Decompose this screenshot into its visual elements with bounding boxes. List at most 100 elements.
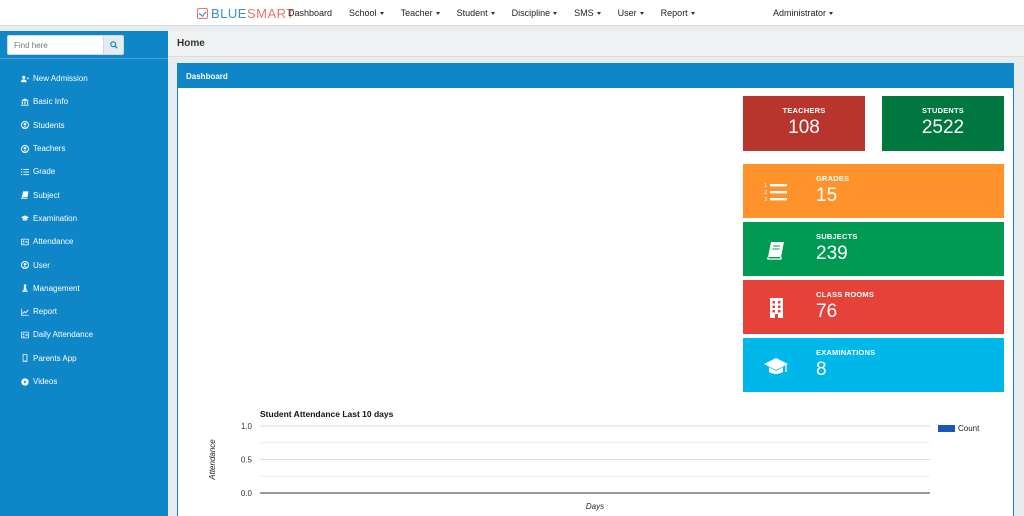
chevron-down-icon (639, 12, 644, 15)
sidebar-menu: New Admission Basic Info Students Teachers G… (0, 67, 168, 393)
sidebar-item-label: Students (33, 120, 65, 130)
nav-item-label: Student (456, 8, 488, 18)
chevron-down-icon (379, 12, 384, 15)
chart-legend[interactable]: Count (938, 424, 979, 433)
students-count: 2522 (921, 117, 965, 138)
sidebar-item-videos[interactable]: Videos (0, 370, 168, 393)
nav-item-sms[interactable]: SMS (574, 8, 601, 18)
id-card-icon (21, 238, 29, 246)
subjects-count: 239 (816, 243, 848, 264)
grades-card[interactable]: 1 2 3 GRADES 15 (743, 164, 1004, 218)
legend-swatch (938, 425, 955, 432)
subjects-card[interactable]: SUBJECTS 239 (743, 222, 1004, 276)
svg-text:2: 2 (764, 190, 767, 196)
nav-item-label: Teacher (400, 8, 433, 18)
y-tick-label: 1.0 (241, 422, 253, 431)
sidebar-item-parents-app[interactable]: Parents App (0, 347, 168, 370)
account-menu[interactable]: Administrator (773, 8, 834, 18)
sidebar-item-teachers[interactable]: Teachers (0, 137, 168, 160)
user-circle-icon (21, 121, 29, 130)
page-title: Home (177, 38, 205, 49)
nav-item-user[interactable]: User (618, 8, 644, 18)
sidebar-item-label: Grade (33, 167, 56, 177)
sidebar-item-label: Report (33, 307, 58, 317)
sidebar-item-user[interactable]: User (0, 253, 168, 276)
building-icon (770, 298, 783, 318)
mobile-icon (21, 354, 29, 363)
sidebar-item-label: Teachers (33, 144, 66, 154)
classrooms-text: CLASS ROOMS 76 (816, 290, 874, 321)
nav-item-report[interactable]: Report (661, 8, 695, 18)
search-input[interactable] (7, 35, 103, 55)
examinations-count: 8 (816, 359, 827, 380)
subjects-text: SUBJECTS 239 (816, 232, 858, 263)
sidebar-item-label: Videos (33, 377, 58, 386)
nav-item-student[interactable]: Student (457, 8, 495, 18)
nav-item-teacher[interactable]: Teacher (401, 8, 440, 18)
sidebar-item-grade[interactable]: Grade (0, 160, 168, 183)
institution-icon (21, 98, 29, 106)
user-circle-icon (21, 261, 29, 270)
account-label: Administrator (773, 8, 827, 18)
examinations-card[interactable]: EXAMINATIONS 8 (743, 338, 1004, 392)
brand-logo[interactable]: BLUE SMART (197, 6, 295, 21)
y-tick-label: 0.0 (241, 489, 253, 498)
chevron-down-icon (829, 12, 834, 15)
sidebar-divider (0, 58, 168, 59)
nav-item-dashboard[interactable]: Dashboard (288, 8, 332, 18)
classrooms-card[interactable]: CLASS ROOMS 76 (743, 280, 1004, 334)
chart-plot: 1.0 0.5 0.0 Attendance Days (208, 422, 930, 511)
sidebar-item-basic-info[interactable]: Basic Info (0, 90, 168, 113)
user-plus-icon (21, 75, 29, 83)
sidebar-item-daily-attendance[interactable]: Daily Attendance (0, 323, 168, 346)
sidebar-item-subject[interactable]: Subject (0, 183, 168, 206)
chevron-down-icon (596, 12, 601, 15)
nav-item-label: Discipline (511, 8, 551, 18)
sidebar-item-report[interactable]: Report (0, 300, 168, 323)
chevron-down-icon (690, 12, 695, 15)
sidebar-item-label: Attendance (33, 237, 74, 247)
chevron-down-icon (553, 12, 558, 15)
sidebar-item-label: New Admission (33, 74, 88, 84)
sidebar-item-attendance[interactable]: Attendance (0, 230, 168, 253)
nav-item-label: User (617, 8, 637, 18)
grades-label: GRADES (816, 174, 850, 183)
classrooms-label: CLASS ROOMS (816, 290, 875, 299)
svg-text:3: 3 (764, 197, 767, 203)
chevron-down-icon (435, 12, 440, 15)
nav-item-school[interactable]: School (349, 8, 384, 18)
sidebar-item-examination[interactable]: Examination (0, 207, 168, 230)
grades-text: GRADES 15 (816, 174, 849, 205)
students-card[interactable]: STUDENTS 2522 (882, 96, 1004, 151)
grades-count: 15 (816, 185, 838, 206)
sidebar-item-label: Subject (33, 190, 60, 200)
subjects-label: SUBJECTS (816, 232, 858, 241)
id-card-icon (21, 331, 29, 339)
brand-text-blue: BLUE (211, 6, 247, 21)
sidebar-item-new-admission[interactable]: New Admission (0, 67, 168, 90)
sidebar-item-label: Daily Attendance (33, 330, 94, 340)
sidebar-item-label: Management (33, 283, 80, 293)
search-button[interactable] (103, 35, 124, 55)
page-header: Home (168, 31, 1024, 57)
pawn-icon (21, 284, 29, 293)
list-ol-icon: 1 2 3 (764, 183, 787, 203)
sidebar: New Admission Basic Info Students Teachers G… (0, 31, 168, 516)
svg-text:1: 1 (764, 183, 767, 189)
sidebar-item-students[interactable]: Students (0, 114, 168, 137)
nav-item-label: Report (660, 8, 688, 18)
students-label: STUDENTS (921, 106, 965, 115)
teachers-card[interactable]: TEACHERS 108 (743, 96, 865, 151)
nav-item-label: SMS (574, 8, 594, 18)
nav-item-discipline[interactable]: Discipline (512, 8, 558, 18)
play-circle-icon (21, 377, 29, 386)
y-axis-label: Attendance (208, 439, 217, 481)
book-icon (767, 242, 784, 260)
attendance-chart: Student Attendance Last 10 days 1.0 0.5 0.… (200, 405, 1000, 516)
examinations-label: EXAMINATIONS (816, 348, 876, 357)
top-navbar: BLUE SMART Dashboard School Teacher Student D… (0, 0, 1024, 26)
logo-check-icon (197, 8, 208, 19)
sidebar-item-management[interactable]: Management (0, 277, 168, 300)
main-nav: Dashboard School Teacher Student Discipline S… (288, 8, 712, 18)
line-chart-icon (21, 308, 29, 316)
